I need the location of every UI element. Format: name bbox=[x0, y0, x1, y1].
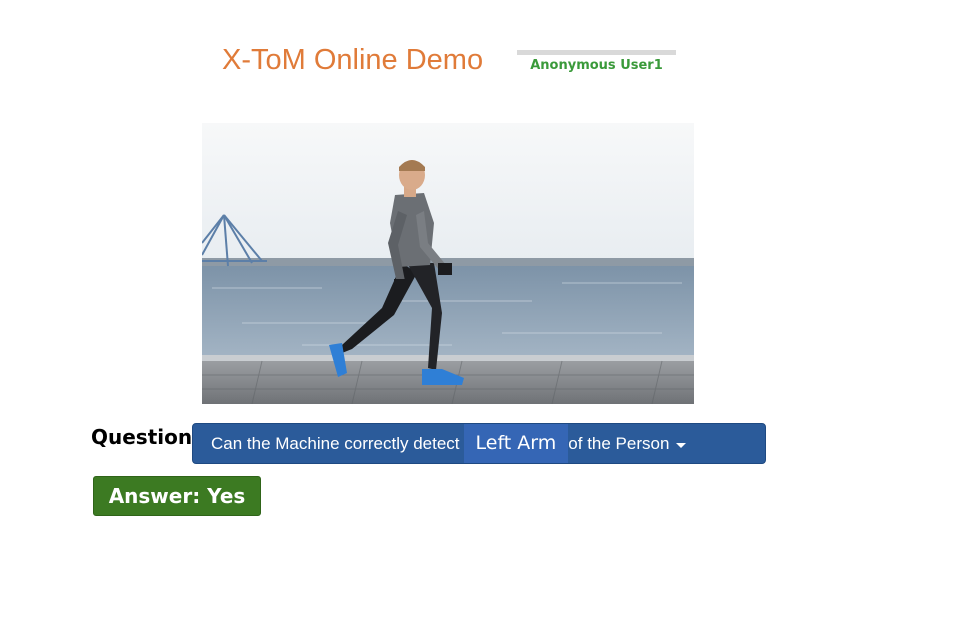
body-part-selection[interactable]: Left Arm bbox=[463, 424, 569, 463]
question-prefix: Can the Machine correctly detect bbox=[211, 433, 460, 453]
question-label: Question: bbox=[91, 425, 201, 449]
photo-image bbox=[202, 123, 694, 404]
answer-button[interactable]: Answer: Yes bbox=[93, 476, 261, 516]
question-dropdown-button[interactable]: Can the Machine correctly detect Left Ar… bbox=[192, 423, 766, 464]
caret-down-icon bbox=[676, 442, 687, 448]
question-suffix: of the Person bbox=[568, 433, 670, 453]
user-badge: Anonymous User1 bbox=[517, 50, 676, 74]
app-root: X-ToM Online Demo Anonymous User1 Questi… bbox=[0, 0, 963, 626]
user-name: Anonymous User1 bbox=[530, 58, 663, 73]
photo-illustration bbox=[202, 123, 694, 404]
page-title: X-ToM Online Demo bbox=[222, 44, 484, 76]
